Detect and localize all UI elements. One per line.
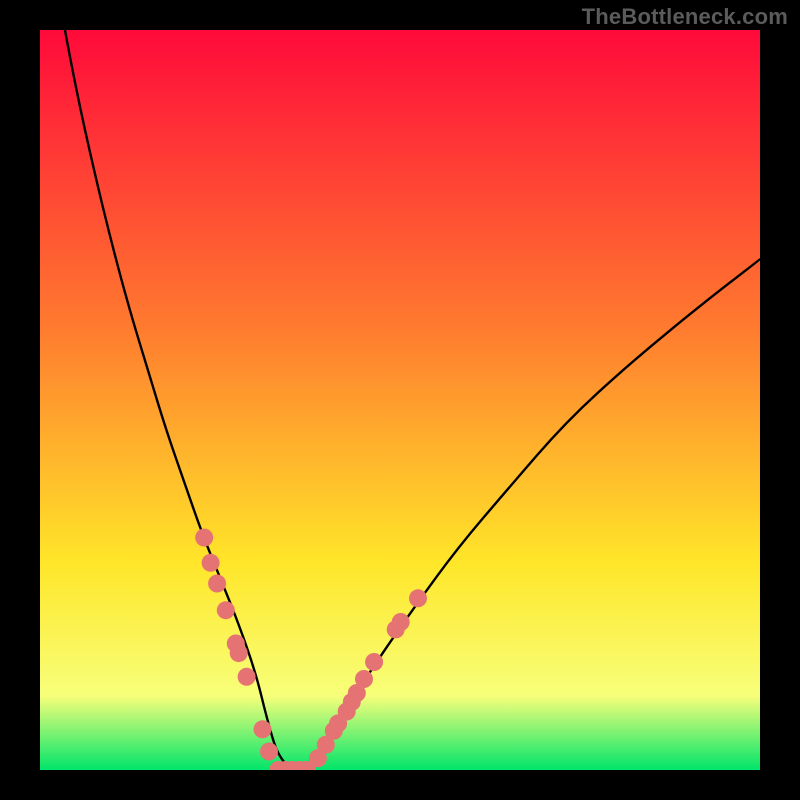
marker-dot <box>392 613 410 631</box>
marker-dot <box>202 554 220 572</box>
watermark-text: TheBottleneck.com <box>582 4 788 30</box>
marker-dot <box>230 644 248 662</box>
marker-dot <box>254 720 272 738</box>
marker-dot <box>238 668 256 686</box>
marker-dot <box>208 575 226 593</box>
marker-dot <box>195 529 213 547</box>
marker-dot <box>260 743 278 761</box>
marker-dot <box>217 601 235 619</box>
marker-dot <box>409 589 427 607</box>
marker-dot <box>365 653 383 671</box>
marker-dot <box>355 670 373 688</box>
bottleneck-chart <box>0 0 800 800</box>
plot-gradient-area <box>40 30 760 770</box>
